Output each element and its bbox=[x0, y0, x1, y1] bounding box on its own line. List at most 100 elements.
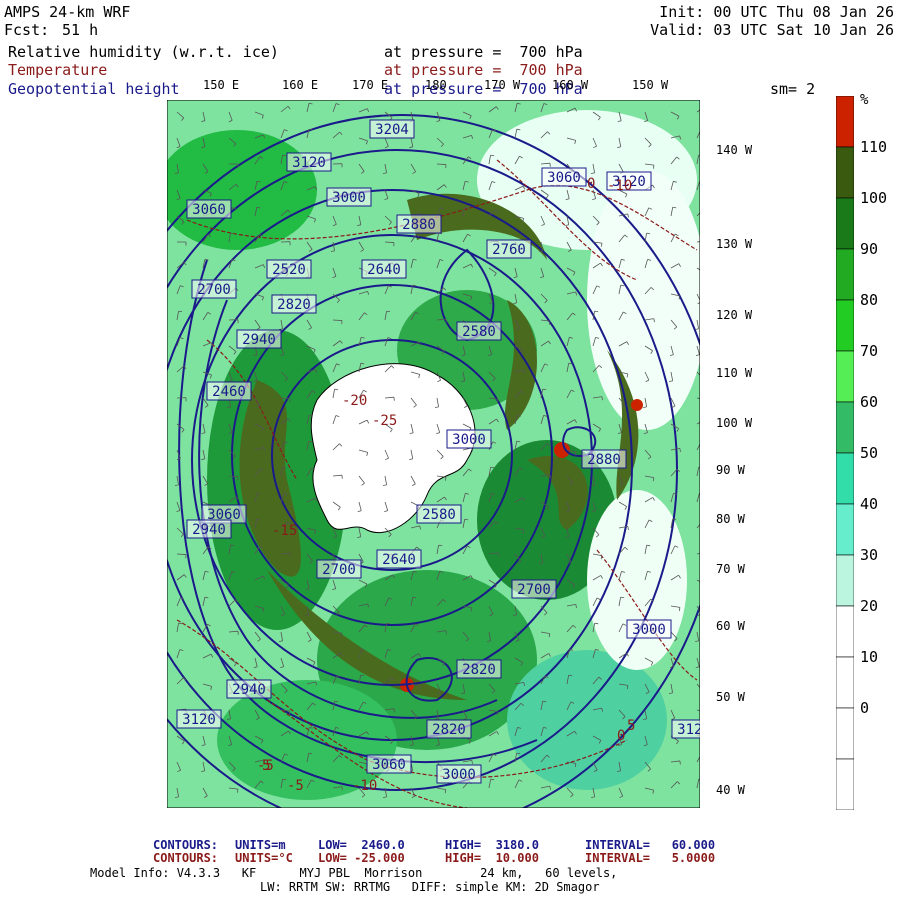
colorbar-label: 50 bbox=[860, 444, 879, 462]
temperature-label: 0 bbox=[587, 176, 595, 192]
lon-top-160w: 160 W bbox=[552, 78, 589, 92]
init-time: Init: 00 UTC Thu 08 Jan 26 bbox=[659, 3, 894, 21]
svg-text:2940: 2940 bbox=[232, 682, 266, 698]
svg-text:2820: 2820 bbox=[462, 662, 496, 678]
lon-right-100w: 100 W bbox=[716, 416, 753, 430]
temperature-label: -10 bbox=[352, 778, 377, 794]
height-label: 2940 bbox=[186, 519, 232, 539]
height-label: 3000 bbox=[446, 429, 492, 449]
footer-temp-units: UNITS=°C bbox=[235, 851, 293, 865]
svg-text:2700: 2700 bbox=[322, 562, 356, 578]
model-info: Model Info: V4.3.3 KF MYJ PBL Morrison 2… bbox=[90, 866, 618, 880]
svg-text:2580: 2580 bbox=[462, 324, 496, 340]
svg-text:3060: 3060 bbox=[192, 202, 226, 218]
svg-text:2640: 2640 bbox=[367, 262, 401, 278]
lon-right-40w: 40 W bbox=[716, 783, 745, 797]
footer-height-interval: INTERVAL= 60.000 bbox=[585, 838, 716, 852]
model-info-2: LW: RRTM SW: RRTMG DIFF: simple KM: 2D S… bbox=[260, 880, 600, 894]
colorbar-label: 100 bbox=[860, 189, 888, 207]
height-label: 3000 bbox=[626, 619, 672, 639]
smoothing-label: sm= 2 bbox=[770, 80, 816, 98]
height-label: 2880 bbox=[581, 449, 627, 469]
colorbar-segment bbox=[836, 605, 854, 658]
height-label: 3000 bbox=[436, 764, 482, 784]
colorbar-segment bbox=[836, 656, 854, 709]
lon-top-180: 180 bbox=[425, 78, 447, 92]
svg-text:2940: 2940 bbox=[192, 522, 226, 538]
colorbar-label: 0 bbox=[860, 699, 870, 717]
lon-top-150w: 150 W bbox=[632, 78, 669, 92]
colorbar-label: 40 bbox=[860, 495, 879, 513]
lon-right-140w: 140 W bbox=[716, 143, 753, 157]
svg-text:3000: 3000 bbox=[632, 622, 666, 638]
footer-height-units: UNITS=m bbox=[235, 838, 286, 852]
height-label: 2460 bbox=[206, 381, 252, 401]
svg-text:3000: 3000 bbox=[332, 190, 366, 206]
footer-height-low: LOW= 2460.0 bbox=[318, 838, 405, 852]
svg-text:3060: 3060 bbox=[372, 757, 406, 773]
lon-right-90w: 90 W bbox=[716, 463, 745, 477]
height-label: 3060 bbox=[366, 754, 412, 774]
lon-top-170w: 170 W bbox=[484, 78, 521, 92]
height-label: 3120 bbox=[286, 152, 332, 172]
height-label: 3120 bbox=[176, 709, 222, 729]
height-label: 3204 bbox=[369, 119, 415, 139]
height-label: 2820 bbox=[426, 719, 472, 739]
height-label: 2640 bbox=[361, 259, 407, 279]
svg-text:3060: 3060 bbox=[547, 170, 581, 186]
svg-text:2760: 2760 bbox=[492, 242, 526, 258]
svg-text:3204: 3204 bbox=[375, 122, 409, 138]
footer-height-label: CONTOURS: bbox=[153, 838, 219, 852]
colorbar-segment bbox=[836, 299, 854, 352]
temperature-label: -5 bbox=[287, 778, 304, 794]
colorbar-segment bbox=[836, 197, 854, 250]
height-label: 2640 bbox=[376, 549, 422, 569]
colorbar-segment bbox=[836, 554, 854, 607]
field-rh-name: Relative humidity (w.r.t. ice) bbox=[8, 43, 279, 61]
weather-map: 3204 3120 3060 3000 3060 3120 2880 2760 2640 2580… bbox=[167, 100, 700, 808]
field-height-name: Geopotential height bbox=[8, 80, 180, 98]
lon-right-70w: 70 W bbox=[716, 562, 745, 576]
height-label: 2700 bbox=[511, 579, 557, 599]
svg-text:2880: 2880 bbox=[587, 452, 621, 468]
colorbar-segment bbox=[836, 401, 854, 454]
svg-text:2880: 2880 bbox=[402, 217, 436, 233]
forecast-hour: 51 h bbox=[62, 21, 99, 39]
colorbar-label: 70 bbox=[860, 342, 879, 360]
colorbar-label: 80 bbox=[860, 291, 879, 309]
colorbar-segment bbox=[836, 758, 854, 810]
lon-right-130w: 130 W bbox=[716, 237, 753, 251]
colorbar-segment bbox=[836, 146, 854, 199]
lon-top-170e: 170 E bbox=[352, 78, 389, 92]
forecast-label: Fcst: bbox=[4, 21, 50, 39]
temperature-label: -25 bbox=[372, 413, 397, 429]
height-label: 3120 bbox=[671, 719, 700, 739]
colorbar-label: 10 bbox=[860, 648, 879, 666]
temperature-label: 0 bbox=[617, 728, 625, 744]
svg-text:2700: 2700 bbox=[197, 282, 231, 298]
colorbar-unit: % bbox=[860, 92, 869, 108]
colorbar-label: 60 bbox=[860, 393, 879, 411]
lon-right-110w: 110 W bbox=[716, 366, 753, 380]
lon-top-160e: 160 E bbox=[282, 78, 319, 92]
height-label: 2880 bbox=[396, 214, 442, 234]
svg-text:2460: 2460 bbox=[212, 384, 246, 400]
height-label: 2520 bbox=[266, 259, 312, 279]
height-label: 2700 bbox=[316, 559, 362, 579]
lon-top-150e: 150 E bbox=[203, 78, 240, 92]
field-temp-name: Temperature bbox=[8, 61, 108, 79]
height-label: 2580 bbox=[416, 504, 462, 524]
height-label: 2820 bbox=[271, 294, 317, 314]
temperature-label: 5 bbox=[262, 758, 270, 774]
height-label: 2700 bbox=[191, 279, 237, 299]
temperature-label: -20 bbox=[342, 393, 367, 409]
colorbar-segment bbox=[836, 248, 854, 301]
height-label: 3060 bbox=[186, 199, 232, 219]
svg-text:2580: 2580 bbox=[422, 507, 456, 523]
colorbar-label: 110 bbox=[860, 138, 888, 156]
temperature-label: -15 bbox=[272, 523, 297, 539]
colorbar-segment bbox=[836, 350, 854, 403]
svg-text:3120: 3120 bbox=[677, 722, 700, 738]
height-label: 2760 bbox=[486, 239, 532, 259]
model-title: AMPS 24-km WRF bbox=[4, 3, 131, 21]
